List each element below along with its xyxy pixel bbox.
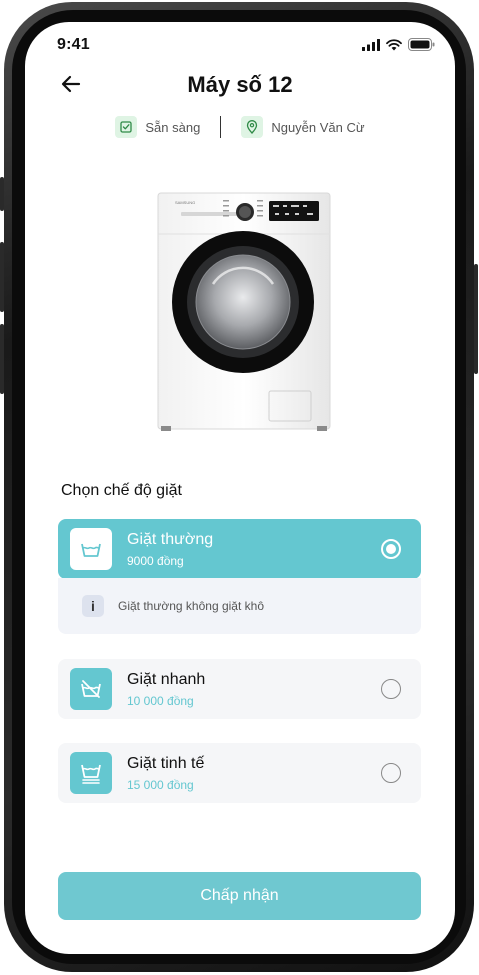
page-title: Máy số 12 — [187, 72, 293, 97]
info-icon: i — [82, 595, 104, 617]
svg-text:SAMSUNG: SAMSUNG — [175, 200, 195, 205]
checkbox-icon — [115, 116, 138, 138]
app-screen: 9:41 Máy số 12 Sẵn sàng Nguyễn Văn Cừ SA… — [25, 22, 455, 954]
status-icons — [362, 38, 435, 51]
volume-down-button — [0, 324, 4, 394]
option-radio[interactable] — [381, 539, 401, 559]
location-pin-icon — [241, 116, 264, 138]
option-price: 9000 đồng — [127, 553, 184, 568]
option-name: Giặt tinh tế — [127, 754, 205, 772]
mute-switch — [0, 177, 4, 211]
power-button — [474, 264, 478, 374]
option-radio[interactable] — [381, 679, 401, 699]
wash-option-normal[interactable]: Giặt thường 9000 đồng — [58, 519, 421, 579]
divider — [220, 116, 222, 138]
location-label: Nguyễn Văn Cừ — [271, 119, 365, 135]
option-price: 15 000 đồng — [127, 777, 194, 792]
wifi-icon — [386, 38, 402, 50]
battery-icon — [408, 38, 435, 51]
no-wash-icon — [70, 668, 112, 710]
volume-up-button — [0, 242, 4, 312]
signal-icon — [362, 38, 380, 51]
option-name: Giặt thường — [127, 530, 214, 548]
option-radio[interactable] — [381, 763, 401, 783]
status-indicator: Sẵn sàng — [115, 116, 200, 138]
wash-basin-icon — [70, 528, 112, 570]
wash-option-fast[interactable]: Giặt nhanh 10 000 đồng — [58, 659, 421, 719]
option-info-note: i Giặt thường không giặt khô — [58, 578, 421, 634]
washing-machine-image: SAMSUNG — [157, 192, 331, 431]
machine-meta: Sẵn sàng Nguyễn Văn Cừ — [25, 116, 455, 138]
option-price: 10 000 đồng — [127, 693, 194, 708]
location-indicator: Nguyễn Văn Cừ — [241, 116, 365, 138]
info-text: Giặt thường không giặt khô — [118, 599, 264, 613]
section-title: Chọn chế độ giặt — [61, 482, 182, 499]
accept-button[interactable]: Chấp nhận — [58, 872, 421, 920]
status-label: Sẵn sàng — [145, 119, 201, 135]
wash-option-delicate[interactable]: Giặt tinh tế 15 000 đồng — [58, 743, 421, 803]
delicate-wash-icon — [70, 752, 112, 794]
status-time: 9:41 — [57, 36, 90, 53]
option-name: Giặt nhanh — [127, 670, 206, 688]
